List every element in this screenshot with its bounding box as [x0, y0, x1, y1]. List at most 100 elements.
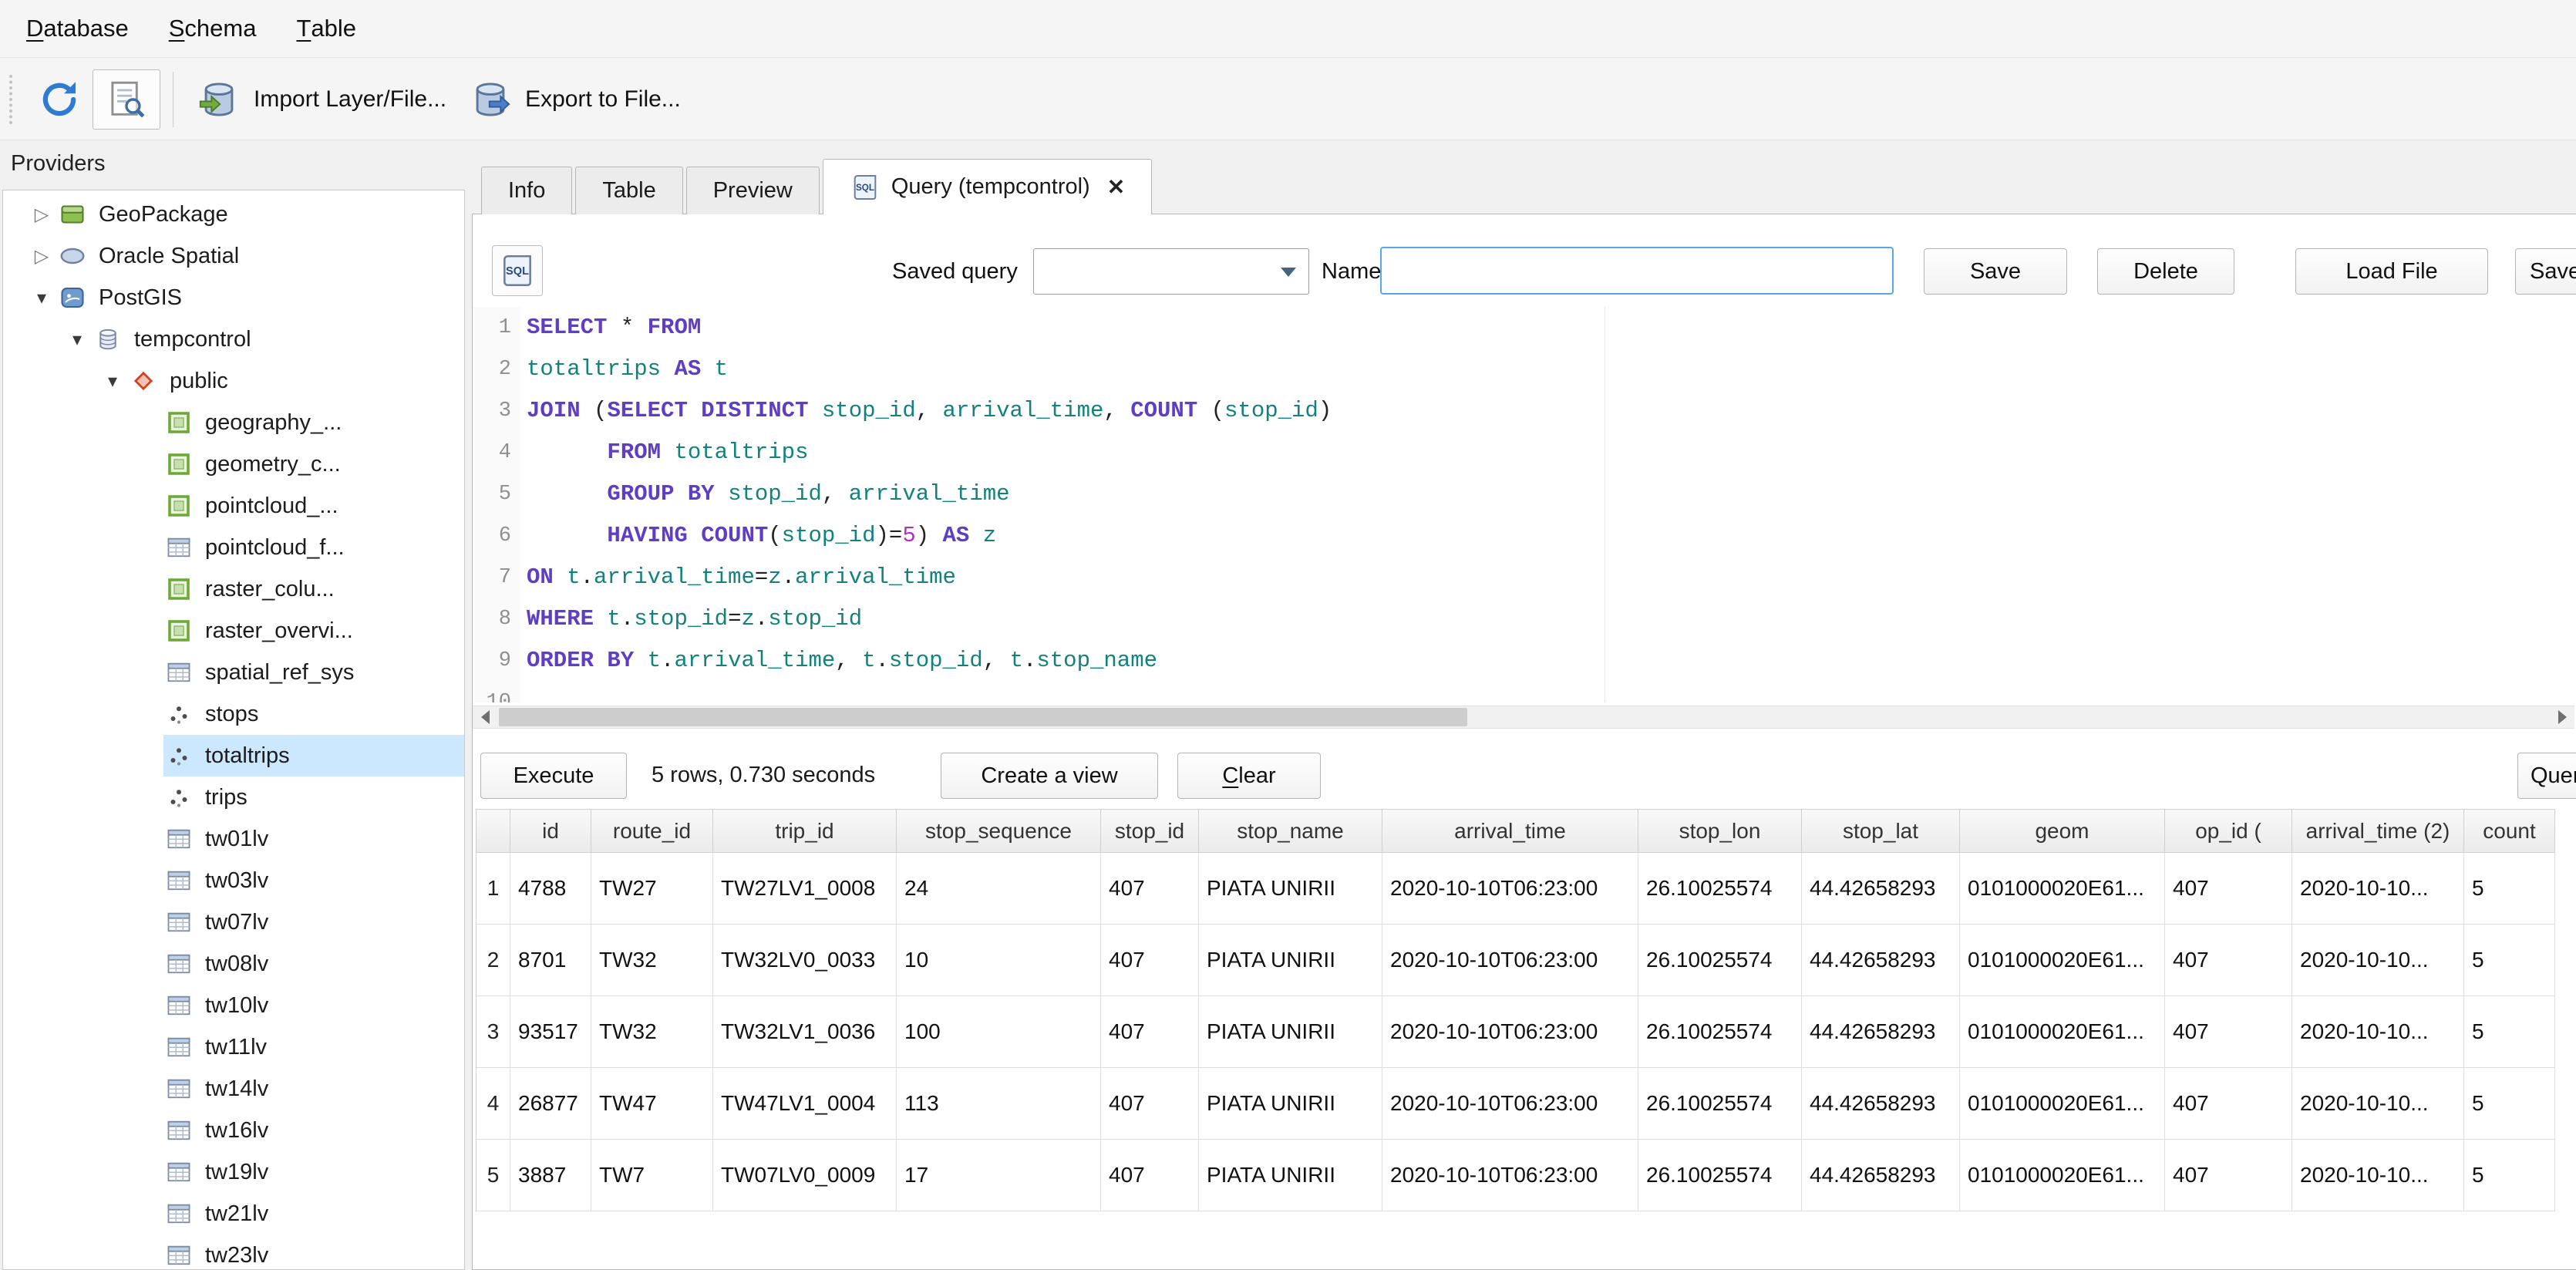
- tree-item-tw14lv[interactable]: tw14lv: [3, 1068, 464, 1110]
- execute-button[interactable]: Execute: [480, 753, 627, 799]
- result-cell[interactable]: 5: [2464, 1068, 2555, 1140]
- result-cell[interactable]: 2020-10-10...: [2292, 925, 2464, 996]
- result-cell[interactable]: TW47LV1_0004: [713, 1068, 897, 1140]
- scroll-right-icon[interactable]: [2550, 706, 2574, 728]
- result-cell[interactable]: 407: [2165, 1068, 2292, 1140]
- column-header-route-id[interactable]: route_id: [591, 810, 713, 853]
- scroll-left-icon[interactable]: [473, 706, 497, 728]
- load-file-button[interactable]: Load File: [2295, 248, 2488, 295]
- result-cell[interactable]: 2020-10-10...: [2292, 996, 2464, 1068]
- scrollbar-thumb[interactable]: [499, 708, 1467, 726]
- result-cell[interactable]: 26.10025574: [1638, 1140, 1802, 1211]
- result-cell[interactable]: 5: [2464, 1140, 2555, 1211]
- result-cell[interactable]: 407: [1101, 1068, 1199, 1140]
- result-cell[interactable]: TW27LV1_0008: [713, 853, 897, 925]
- tree-item-tw07lv[interactable]: tw07lv: [3, 901, 464, 943]
- tree-item-trips[interactable]: trips: [3, 776, 464, 818]
- result-cell[interactable]: 2020-10-10T06:23:00: [1382, 925, 1638, 996]
- row-number[interactable]: 4: [476, 1068, 510, 1140]
- import-layer-button[interactable]: Import Layer/File...: [186, 66, 457, 133]
- tree-item-tempcontrol[interactable]: ▾tempcontrol: [3, 318, 464, 360]
- row-number[interactable]: 1: [476, 853, 510, 925]
- delete-button[interactable]: Delete: [2097, 248, 2234, 295]
- result-cell[interactable]: TW32: [591, 996, 713, 1068]
- result-cell[interactable]: 44.42658293: [1802, 925, 1960, 996]
- tab-preview[interactable]: Preview: [686, 167, 820, 214]
- result-cell[interactable]: 5: [2464, 853, 2555, 925]
- result-cell[interactable]: 407: [1101, 925, 1199, 996]
- result-cell[interactable]: 2020-10-10...: [2292, 853, 2464, 925]
- saved-query-combobox[interactable]: [1033, 248, 1309, 295]
- result-cell[interactable]: 26.10025574: [1638, 996, 1802, 1068]
- create-view-button[interactable]: Create a view: [941, 753, 1158, 799]
- tree-item-tw19lv[interactable]: tw19lv: [3, 1151, 464, 1193]
- tree-item-geopackage[interactable]: ▷GeoPackage: [3, 194, 464, 235]
- name-input[interactable]: [1380, 247, 1894, 295]
- column-header-arrival-time[interactable]: arrival_time: [1382, 810, 1638, 853]
- result-cell[interactable]: TW07LV0_0009: [713, 1140, 897, 1211]
- result-cell[interactable]: 407: [1101, 996, 1199, 1068]
- tree-item-geometry-c[interactable]: geometry_c...: [3, 443, 464, 485]
- result-cell[interactable]: 2020-10-10T06:23:00: [1382, 996, 1638, 1068]
- menu-database[interactable]: Database: [6, 0, 149, 57]
- result-cell[interactable]: 407: [2165, 853, 2292, 925]
- close-icon[interactable]: ✕: [1107, 174, 1125, 200]
- tree-item-raster-colu[interactable]: raster_colu...: [3, 568, 464, 610]
- result-cell[interactable]: 24: [897, 853, 1101, 925]
- tab-info[interactable]: Info: [481, 167, 572, 214]
- menu-table[interactable]: Table: [276, 0, 376, 57]
- expander-icon[interactable]: ▾: [26, 277, 57, 318]
- result-cell[interactable]: TW32: [591, 925, 713, 996]
- toolbar-grip[interactable]: [9, 75, 17, 124]
- tree-item-tw21lv[interactable]: tw21lv: [3, 1193, 464, 1235]
- column-header-count[interactable]: count: [2464, 810, 2555, 853]
- result-cell[interactable]: 93517: [510, 996, 591, 1068]
- tree-item-postgis[interactable]: ▾PostGIS: [3, 277, 464, 318]
- export-file-button[interactable]: Export to File...: [457, 66, 692, 133]
- sql-editor[interactable]: 12345678910 SELECT * FROMtotaltrips AS t…: [473, 307, 2574, 702]
- column-header-op-id[interactable]: op_id (: [2165, 810, 2292, 853]
- column-header-stop-name[interactable]: stop_name: [1199, 810, 1382, 853]
- result-cell[interactable]: 100: [897, 996, 1101, 1068]
- result-cell[interactable]: TW32LV1_0036: [713, 996, 897, 1068]
- save-as-file-button[interactable]: Save As File: [2515, 248, 2576, 295]
- result-cell[interactable]: 26.10025574: [1638, 1068, 1802, 1140]
- result-cell[interactable]: 26877: [510, 1068, 591, 1140]
- result-cell[interactable]: 44.42658293: [1802, 853, 1960, 925]
- tree-item-tw23lv[interactable]: tw23lv: [3, 1235, 464, 1270]
- row-number[interactable]: 3: [476, 996, 510, 1068]
- result-cell[interactable]: TW7: [591, 1140, 713, 1211]
- result-cell[interactable]: 407: [1101, 1140, 1199, 1211]
- result-cell[interactable]: 10: [897, 925, 1101, 996]
- result-cell[interactable]: 5: [2464, 996, 2555, 1068]
- result-cell[interactable]: 26.10025574: [1638, 853, 1802, 925]
- tree-item-pointcloud[interactable]: pointcloud_...: [3, 485, 464, 527]
- tree-item-tw16lv[interactable]: tw16lv: [3, 1110, 464, 1151]
- tree-item-tw11lv[interactable]: tw11lv: [3, 1026, 464, 1068]
- result-cell[interactable]: 2020-10-10T06:23:00: [1382, 1140, 1638, 1211]
- result-cell[interactable]: 113: [897, 1068, 1101, 1140]
- row-number-header[interactable]: [476, 810, 510, 853]
- tree-item-totaltrips[interactable]: totaltrips: [3, 735, 464, 776]
- result-cell[interactable]: TW27: [591, 853, 713, 925]
- editor-horizontal-scrollbar[interactable]: [473, 706, 2574, 729]
- expander-icon[interactable]: ▾: [62, 318, 93, 360]
- result-cell[interactable]: 2020-10-10...: [2292, 1140, 2464, 1211]
- result-cell[interactable]: 0101000020E61...: [1960, 925, 2165, 996]
- tree-item-geography[interactable]: geography_...: [3, 402, 464, 443]
- sql-query-button[interactable]: SQL: [492, 245, 543, 296]
- column-header-stop-id[interactable]: stop_id: [1101, 810, 1199, 853]
- tree-item-tw03lv[interactable]: tw03lv: [3, 860, 464, 901]
- column-header-arrival-time-2[interactable]: arrival_time (2): [2292, 810, 2464, 853]
- tree-item-oracle-spatial[interactable]: ▷Oracle Spatial: [3, 235, 464, 277]
- tree-item-stops[interactable]: stops: [3, 693, 464, 735]
- save-button[interactable]: Save: [1924, 248, 2067, 295]
- result-cell[interactable]: 0101000020E61...: [1960, 853, 2165, 925]
- result-cell[interactable]: 5: [2464, 925, 2555, 996]
- tab-table[interactable]: Table: [575, 167, 682, 214]
- result-cell[interactable]: 2020-10-10T06:23:00: [1382, 1068, 1638, 1140]
- column-header-stop-lat[interactable]: stop_lat: [1802, 810, 1960, 853]
- result-cell[interactable]: 44.42658293: [1802, 1068, 1960, 1140]
- tab-query[interactable]: SQL Query (tempcontrol) ✕: [823, 159, 1152, 214]
- column-header-stop-sequence[interactable]: stop_sequence: [897, 810, 1101, 853]
